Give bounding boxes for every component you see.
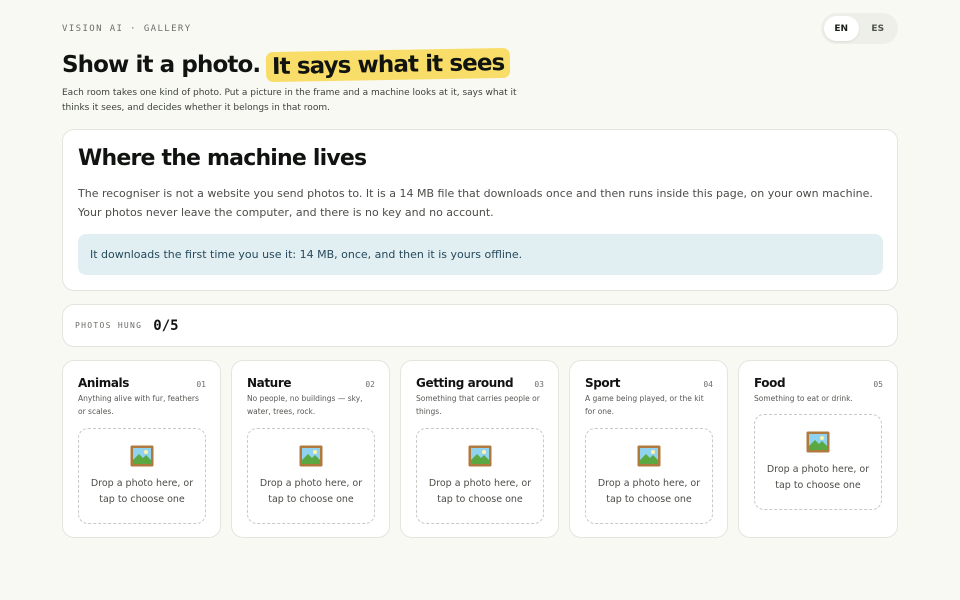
language-switch: EN ES <box>821 13 898 44</box>
framed-picture-icon <box>806 431 830 452</box>
room-description: A game being played, or the kit for one. <box>585 394 704 416</box>
drop-instructions: Drop a photo here, or tap to choose one <box>766 463 870 491</box>
room-description: Something to eat or drink. <box>754 394 853 403</box>
machine-card: Where the machine lives The recogniser i… <box>62 129 898 291</box>
intro-text: Each room takes one kind of photo. Put a… <box>62 88 517 113</box>
title-highlight: It says what it sees <box>265 47 511 83</box>
room-title: Nature <box>247 376 292 390</box>
photos-counter: PHOTOS HUNG 0/5 <box>62 304 898 347</box>
room-description: Anything alive with fur, feathers or sca… <box>78 394 199 416</box>
room-title: Animals <box>78 376 130 390</box>
room-number: 03 <box>534 380 544 389</box>
counter-label: PHOTOS HUNG <box>75 321 143 330</box>
room-description: No people, no buildings — sky, water, tr… <box>247 394 363 416</box>
room-title: Sport <box>585 376 621 390</box>
room-card-food: Food 05 Something to eat or drink. Drop … <box>738 360 898 538</box>
room-number: 01 <box>196 380 206 389</box>
room-number: 04 <box>703 380 713 389</box>
room-title: Food <box>754 376 786 390</box>
counter-value: 0/5 <box>153 317 179 334</box>
room-card-nature: Nature 02 No people, no buildings — sky,… <box>231 360 390 538</box>
room-description: Something that carries people or things. <box>416 394 540 416</box>
lang-en-button[interactable]: EN <box>824 16 859 41</box>
drop-instructions: Drop a photo here, or tap to choose one <box>428 477 532 505</box>
framed-picture-icon <box>130 445 154 466</box>
photo-drop-zone[interactable]: Drop a photo here, or tap to choose one <box>78 428 206 524</box>
title-plain: Show it a photo. <box>62 52 261 78</box>
drop-instructions: Drop a photo here, or tap to choose one <box>90 477 194 505</box>
room-card-sport: Sport 04 A game being played, or the kit… <box>569 360 728 538</box>
room-card-getting-around: Getting around 03 Something that carries… <box>400 360 559 538</box>
machine-body: The recogniser is not a website you send… <box>78 187 873 219</box>
photo-drop-zone[interactable]: Drop a photo here, or tap to choose one <box>585 428 713 524</box>
photo-drop-zone[interactable]: Drop a photo here, or tap to choose one <box>247 428 375 524</box>
photo-drop-zone[interactable]: Drop a photo here, or tap to choose one <box>416 428 544 524</box>
room-card-animals: Animals 01 Anything alive with fur, feat… <box>62 360 221 538</box>
drop-instructions: Drop a photo here, or tap to choose one <box>597 477 701 505</box>
page-kicker: VISION AI · GALLERY <box>62 24 192 34</box>
room-title: Getting around <box>416 376 514 390</box>
room-number: 02 <box>365 380 375 389</box>
download-notice: It downloads the first time you use it: … <box>78 234 883 275</box>
framed-picture-icon <box>468 445 492 466</box>
photo-drop-zone[interactable]: Drop a photo here, or tap to choose one <box>754 414 882 510</box>
drop-instructions: Drop a photo here, or tap to choose one <box>259 477 363 505</box>
framed-picture-icon <box>299 445 323 466</box>
framed-picture-icon <box>637 445 661 466</box>
page-title: Show it a photo. It says what it sees <box>62 47 511 83</box>
lang-es-button[interactable]: ES <box>861 16 896 41</box>
machine-title: Where the machine lives <box>78 146 367 171</box>
room-number: 05 <box>873 380 883 389</box>
